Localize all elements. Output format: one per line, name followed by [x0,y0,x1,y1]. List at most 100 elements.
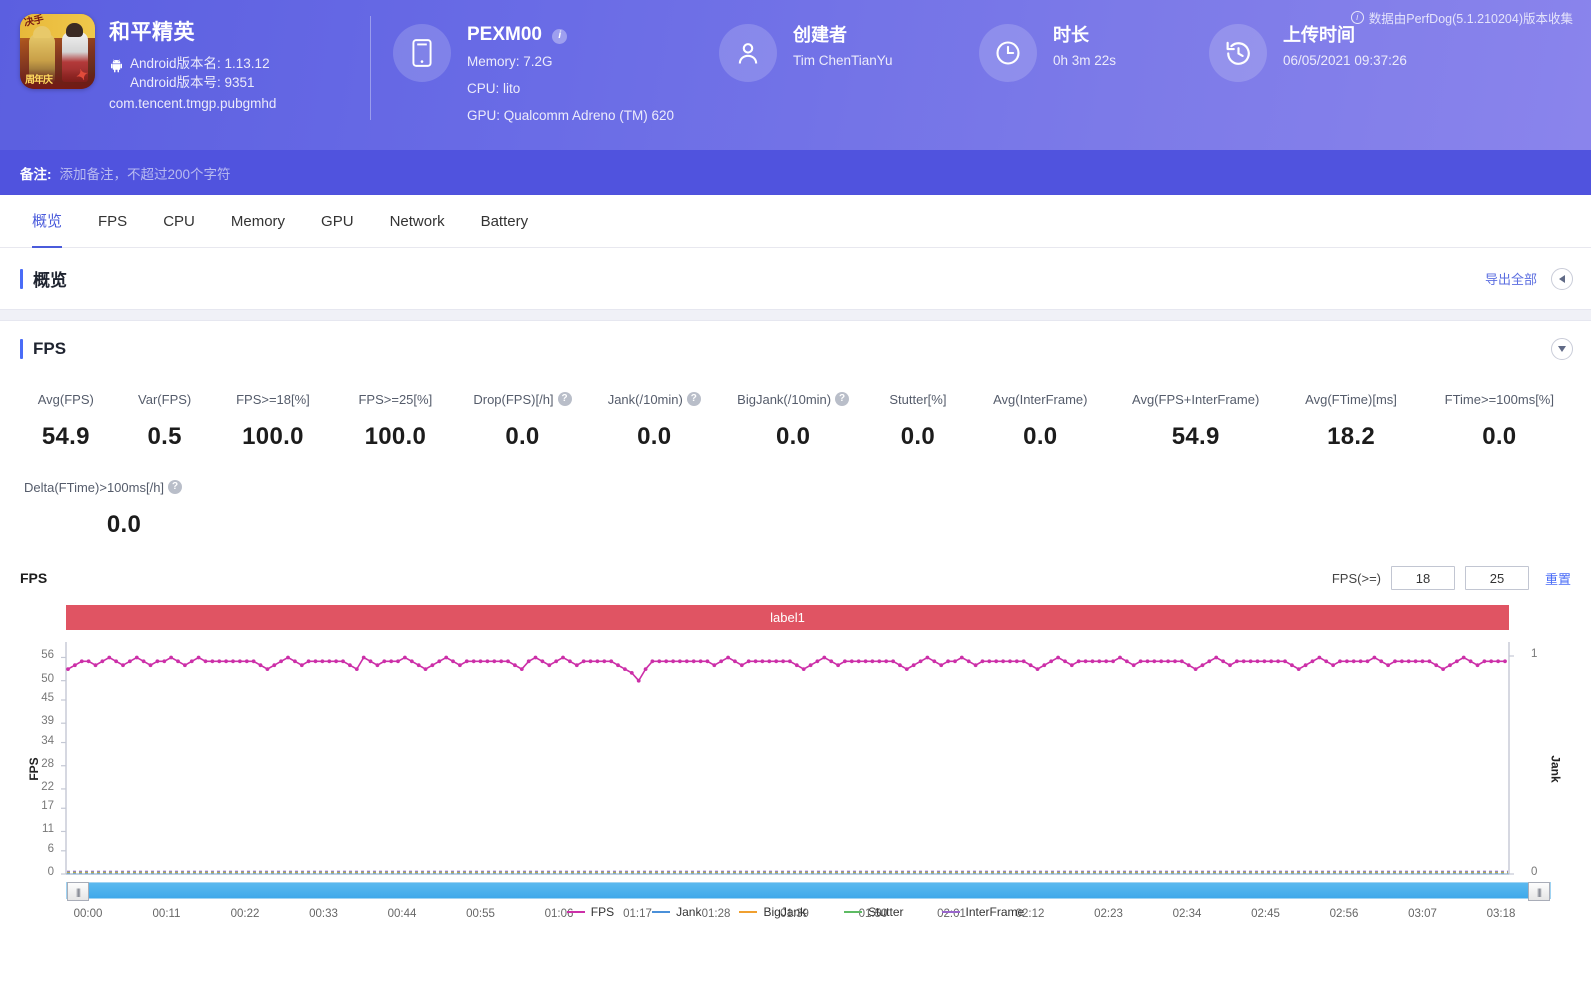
duration-block: 时长 0h 3m 22s [979,0,1209,82]
collapse-left-button[interactable] [1551,267,1573,290]
legend-item[interactable]: BigJank [739,905,806,919]
fps-threshold-low-input[interactable] [1390,566,1455,590]
tab-CPU[interactable]: CPU [145,195,213,248]
legend-label: BigJank [763,905,807,919]
metric-label-text: Jank(/10min) [607,391,683,407]
legend-item[interactable]: FPS [566,905,615,919]
scroll-handle-right[interactable]: ||| [1528,882,1550,901]
history-icon [1209,24,1267,82]
app-package-name: com.tencent.tmgp.pubgmhd [109,96,277,111]
metric-label-text: Avg(FPS+InterFrame) [1132,391,1260,407]
metric-fps-25-: FPS>=25[%] 100.0 [334,385,456,451]
metric-label-text: Avg(FTime)[ms] [1305,391,1397,407]
duration-value: 0h 3m 22s [1053,53,1117,68]
metric-label-text: FPS>=25[%] [358,391,433,407]
metric-label: FTime>=100ms[%] [1445,389,1554,409]
metric-label: FPS>=25[%] [358,389,432,409]
help-icon[interactable]: ? [168,480,183,494]
fps-panel: FPS Avg(FPS) 54.9 Var(FPS) 0.5 FPS>=18[%] 100… [0,321,1591,920]
note-label: 备注: [20,166,52,182]
tab-Battery[interactable]: Battery [463,195,547,248]
metric-value: 0.5 [147,423,182,450]
metric-label-text: BigJank(/10min) [737,391,832,407]
upload-value: 06/05/2021 09:37:26 [1283,53,1407,68]
export-all-link[interactable]: 导出全部 [1485,269,1537,288]
legend-item[interactable]: Jank [652,905,701,919]
overview-panel: 概览 导出全部 [0,248,1591,309]
app-info-block: 决手 周年庆 ✦ 和平精英 Android版本名: 1.13.12 Androi… [0,0,370,111]
chart-horizontal-scrollbar[interactable]: ||| ||| [66,882,1551,901]
metric-jank-10min-: Jank(/10min)? 0.0 [588,385,720,451]
chart-threshold-controls: FPS(>=) 重置 [1332,566,1571,590]
fps-header: FPS [0,321,1591,377]
metric-stutter-: Stutter[%] 0.0 [866,385,970,451]
legend-color-swatch [844,911,863,913]
fps-collapse-button[interactable] [1551,338,1573,360]
metric-label-text: FTime>=100ms[%] [1444,391,1554,407]
title-accent-bar [20,339,23,359]
duration-title: 时长 [1053,25,1089,45]
app-icon-bottom-text: 周年庆 [25,75,53,86]
header-divider [370,16,371,120]
metric-label-text: Drop(FPS)[/h] [473,391,554,407]
metric-delta-ftime-100ms-h-: Delta(FTime)>100ms[/h]? 0.0 [24,473,224,539]
tab-Memory[interactable]: Memory [213,195,303,248]
metric-value: 0.0 [900,423,936,450]
metric-label-text: Var(FPS) [138,391,192,407]
metric-value: 0.0 [505,423,540,450]
device-model: PEXM00 [467,24,542,45]
metric-label: Avg(FTime)[ms] [1305,389,1397,409]
legend-label: FPS [590,905,615,919]
metric-fps-18-: FPS>=18[%] 100.0 [212,385,334,451]
creator-block: 创建者 Tim ChenTianYu [719,0,979,82]
metric-avg-ftime-ms-: Avg(FTime)[ms] 18.2 [1280,385,1421,451]
note-input-placeholder[interactable]: 添加备注，不超过200个字符 [60,163,231,183]
metric-label: Avg(FPS) [38,389,94,409]
note-bar[interactable]: 备注: 添加备注，不超过200个字符 [0,150,1591,195]
tab-GPU[interactable]: GPU [303,195,372,248]
help-icon[interactable]: ? [686,392,701,406]
overview-header: 概览 导出全部 [0,248,1591,309]
device-info-block: PEXM00 i Memory: 7.2G CPU: lito GPU: Qua… [393,0,713,127]
metric-value: 0.0 [776,423,811,450]
metrics-row-1: Avg(FPS) 54.9 Var(FPS) 0.5 FPS>=18[%] 100.0 FP… [14,385,1577,451]
main-tabs: 概览 FPS CPU Memory GPU Network Battery [0,195,1591,248]
tab-FPS[interactable]: FPS [80,195,145,248]
scroll-handle-left[interactable]: ||| [67,882,89,901]
upload-title: 上传时间 [1283,25,1355,45]
metric-label-text: Avg(FPS) [37,391,94,407]
legend-label: InterFrame [965,905,1025,919]
fps-metrics: Avg(FPS) 54.9 Var(FPS) 0.5 FPS>=18[%] 100.0 FP… [0,377,1591,539]
perfdog-version-note: i 数据由PerfDog(5.1.210204)版本收集 [1350,8,1573,27]
metric-label: Jank(/10min)? [608,389,701,409]
legend-item[interactable]: Stutter [844,905,904,919]
metric-label: FPS>=18[%] [236,389,310,409]
chart-legend: FPS Jank BigJank Stutter InterFrame [20,905,1571,919]
chart-title: FPS [20,570,48,586]
metric-label: Stutter[%] [889,389,946,409]
reset-link[interactable]: 重置 [1545,569,1571,588]
metric-avg-fps-: Avg(FPS) 54.9 [14,385,118,451]
help-icon[interactable]: ? [557,392,572,406]
legend-item[interactable]: InterFrame [941,905,1025,919]
fps-threshold-high-input[interactable] [1464,566,1529,590]
device-memory: Memory: 7.2G [467,54,553,69]
creator-name: Tim ChenTianYu [793,53,893,68]
metric-drop-fps-h-: Drop(FPS)[/h]? 0.0 [457,385,589,451]
device-gpu: GPU: Qualcomm Adreno (TM) 620 [467,108,675,123]
metric-value: 100.0 [242,423,304,450]
tab-Network[interactable]: Network [372,195,463,248]
android-icon [111,59,122,73]
metric-label-text: FPS>=18[%] [236,391,310,407]
metric-label-text: Stutter[%] [889,391,947,407]
device-info-icon[interactable]: i [552,28,568,44]
metric-label: BigJank(/10min)? [737,389,850,409]
help-icon[interactable]: ? [835,392,850,406]
metrics-row-2: Delta(FTime)>100ms[/h]? 0.0 [14,473,1577,539]
fps-chart-container: FPS FPS(>=) 重置 label1 FPS Jank 565045393… [0,539,1591,920]
fps-plot-area: FPS Jank 56 50 45 39 34 28 22 17 11 6 0 10 00:00 00… [20,636,1571,920]
metric-avg-fps-interframe-: Avg(FPS+InterFrame) 54.9 [1111,385,1280,451]
legend-color-swatch [739,911,758,913]
tab-概览[interactable]: 概览 [14,195,80,248]
device-cpu: CPU: lito [467,81,521,96]
